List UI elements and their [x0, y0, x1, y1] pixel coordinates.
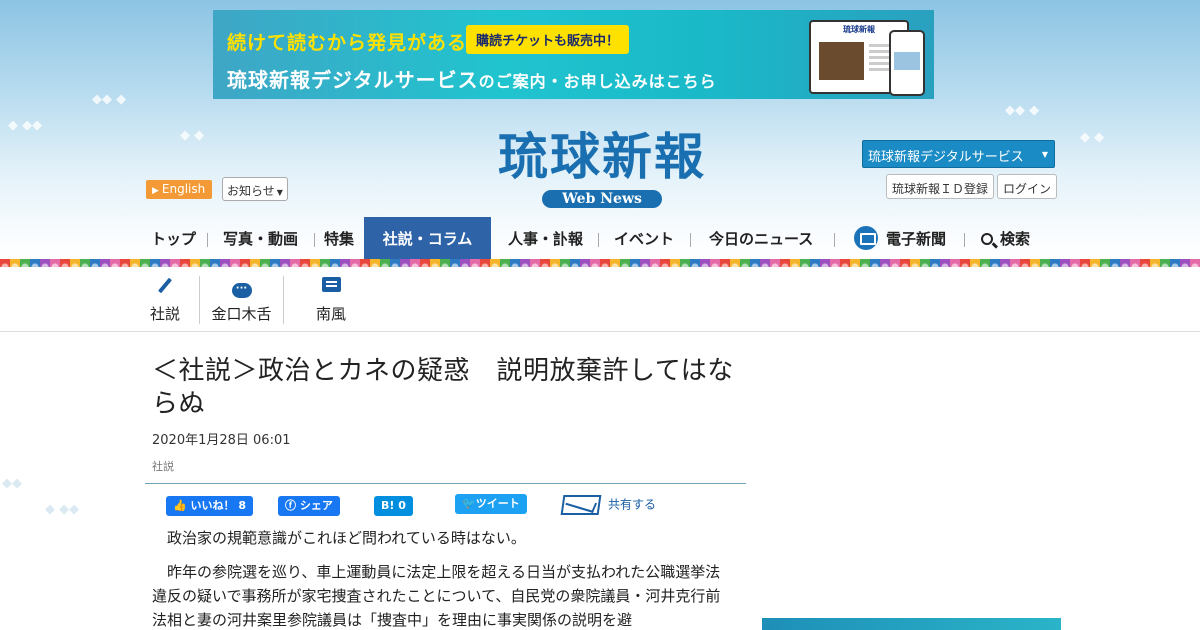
- subnav-separator: [199, 276, 200, 324]
- fish-decoration: ◆ ◆: [1080, 130, 1105, 145]
- tweet-button[interactable]: 🐦ツイート: [455, 494, 527, 514]
- nav-item-events[interactable]: イベント: [614, 217, 674, 261]
- banner-device-photo: [819, 42, 864, 80]
- subnav-label: 金口木舌: [211, 305, 272, 323]
- article-paragraph: 政治家の規範意識がこれほど問われている時はない。: [152, 526, 730, 550]
- tweet-label: ツイート: [475, 497, 520, 510]
- mail-share-button[interactable]: 共有する: [560, 495, 657, 517]
- subnav-label: 社説: [149, 305, 180, 323]
- banner-tagline: 続けて読むから発見がある: [227, 32, 468, 54]
- login-button[interactable]: ログイン: [997, 174, 1058, 199]
- nav-separator: [207, 233, 208, 247]
- nav-item-editorial-column[interactable]: 社説・コラム: [364, 217, 491, 261]
- fish-decoration: ◆◆: [2, 476, 22, 491]
- fish-decoration: ◆◆ ◆: [1005, 103, 1040, 118]
- subnav-item-haebaru[interactable]: 南風: [313, 267, 349, 332]
- facebook-like-button[interactable]: 👍 いいね！ 8: [166, 496, 254, 516]
- chevron-right-icon: ▶: [152, 186, 159, 196]
- memo-icon: [321, 277, 341, 292]
- fish-decoration: ◆ ◆◆ ◆: [1080, 336, 1129, 351]
- nav-item-features[interactable]: 特集: [324, 217, 354, 261]
- nav-separator: [598, 233, 599, 247]
- hatena-bookmark-button[interactable]: B! 0: [374, 496, 413, 516]
- twitter-icon: 🐦: [462, 497, 476, 510]
- like-label: いいね！ 8: [190, 499, 247, 512]
- facebook-icon: ⓕ: [285, 499, 300, 512]
- banner-phone-photo: [894, 52, 920, 70]
- fish-decoration: ◆ ◆: [180, 128, 205, 143]
- speech-bubble-icon: ···: [231, 283, 252, 298]
- subnav-separator: [283, 276, 284, 324]
- nav-item-photo-video[interactable]: 写真・動画: [223, 217, 298, 261]
- facebook-share-label: シェア: [299, 499, 333, 512]
- nav-separator: [314, 233, 315, 247]
- subnav-item-editorial[interactable]: 社説: [148, 267, 182, 332]
- id-register-button[interactable]: 琉球新報ＩＤ登録: [886, 174, 995, 199]
- article-category[interactable]: 社説: [152, 458, 746, 474]
- digital-service-dropdown[interactable]: 琉球新報デジタルサービス ▼: [862, 140, 1055, 168]
- nav-separator: [964, 233, 965, 247]
- search-icon: [981, 233, 993, 245]
- nav-digital-paper-label: 電子新聞: [886, 230, 947, 248]
- article-title: ＜社説＞政治とカネの疑惑 説明放棄許してはならぬ: [152, 356, 734, 419]
- article-header: ＜社説＞政治とカネの疑惑 説明放棄許してはならぬ 2020年1月28日 06:0…: [152, 355, 746, 474]
- chevron-down-icon: ▼: [276, 188, 283, 197]
- nav-separator: [690, 233, 691, 247]
- article-date: 2020年1月28日 06:01: [152, 433, 291, 448]
- digital-service-label: 琉球新報デジタルサービス: [868, 150, 1024, 165]
- banner-main-text: 琉球新報デジタルサービスのご案内・お申し込みはこちら: [227, 64, 717, 93]
- site-logo[interactable]: 琉球新報 Web News: [452, 126, 752, 208]
- article-paragraph-2: 昨年の参院選を巡り、車上運動員に法定上限を超える日当が支払われた公職選挙法違反の…: [152, 563, 721, 629]
- article-paragraph: 昨年の参院選を巡り、車上運動員に法定上限を超える日当が支払われた公職選挙法違反の…: [152, 560, 730, 630]
- article-divider: [145, 483, 746, 484]
- fish-decoration: ◆ ◆◆: [8, 118, 43, 133]
- decorative-wave-strip: [0, 259, 1200, 267]
- thumbs-up-icon: 👍: [173, 499, 191, 512]
- english-label: English: [161, 182, 206, 196]
- nav-item-search[interactable]: 検索: [981, 217, 1030, 261]
- facebook-share-button[interactable]: ⓕ シェア: [278, 496, 340, 516]
- banner-main-c: はこちら: [648, 72, 717, 91]
- monitor-icon: [854, 225, 878, 250]
- logo-text: 琉球新報: [498, 127, 706, 186]
- nav-item-top[interactable]: トップ: [151, 217, 196, 261]
- subnav-item-kinkuchi[interactable]: ··· 金口木舌: [208, 267, 275, 332]
- news-label: お知らせ: [227, 184, 275, 198]
- nav-item-todays-news[interactable]: 今日のニュース: [709, 217, 813, 261]
- logo-subtitle: Web News: [542, 190, 662, 208]
- article-paragraph-1: 政治家の規範意識がこれほど問われている時はない。: [167, 529, 526, 547]
- main-nav: トップ 写真・動画 特集 社説・コラム 人事・訃報 イベント 今日のニュース 電…: [0, 217, 1200, 261]
- mail-share-label: 共有する: [608, 497, 657, 512]
- nav-separator: [834, 233, 835, 247]
- sidebar-ad[interactable]: [762, 618, 1061, 630]
- nav-item-digital-paper[interactable]: 電子新聞: [854, 217, 946, 261]
- envelope-icon: [560, 495, 602, 515]
- english-button[interactable]: ▶ English: [146, 180, 213, 199]
- subnav-label: 南風: [315, 305, 346, 323]
- fish-decoration: ◆ ◆◆: [45, 502, 80, 517]
- nav-item-personnel-obituary[interactable]: 人事・訃報: [508, 217, 583, 261]
- banner-main-b: のご案内・お申し込み: [478, 72, 649, 91]
- pen-icon: [158, 277, 172, 294]
- banner-main-a: 琉球新報デジタルサービス: [227, 68, 479, 92]
- nav-search-label: 検索: [1000, 230, 1031, 248]
- banner-badge: 購読チケットも販売中！: [466, 25, 630, 54]
- news-dropdown[interactable]: お知らせ ▼: [222, 177, 288, 201]
- banner-phone-image: [889, 30, 925, 96]
- sub-nav: 社説 ··· 金口木舌 南風: [0, 267, 1200, 332]
- digital-service-banner[interactable]: 続けて読むから発見がある 購読チケットも販売中！ 琉球新報デジタルサービスのご案…: [213, 10, 934, 99]
- fish-decoration: ◆◆ ◆: [92, 92, 127, 107]
- chevron-down-icon: ▼: [1041, 150, 1048, 159]
